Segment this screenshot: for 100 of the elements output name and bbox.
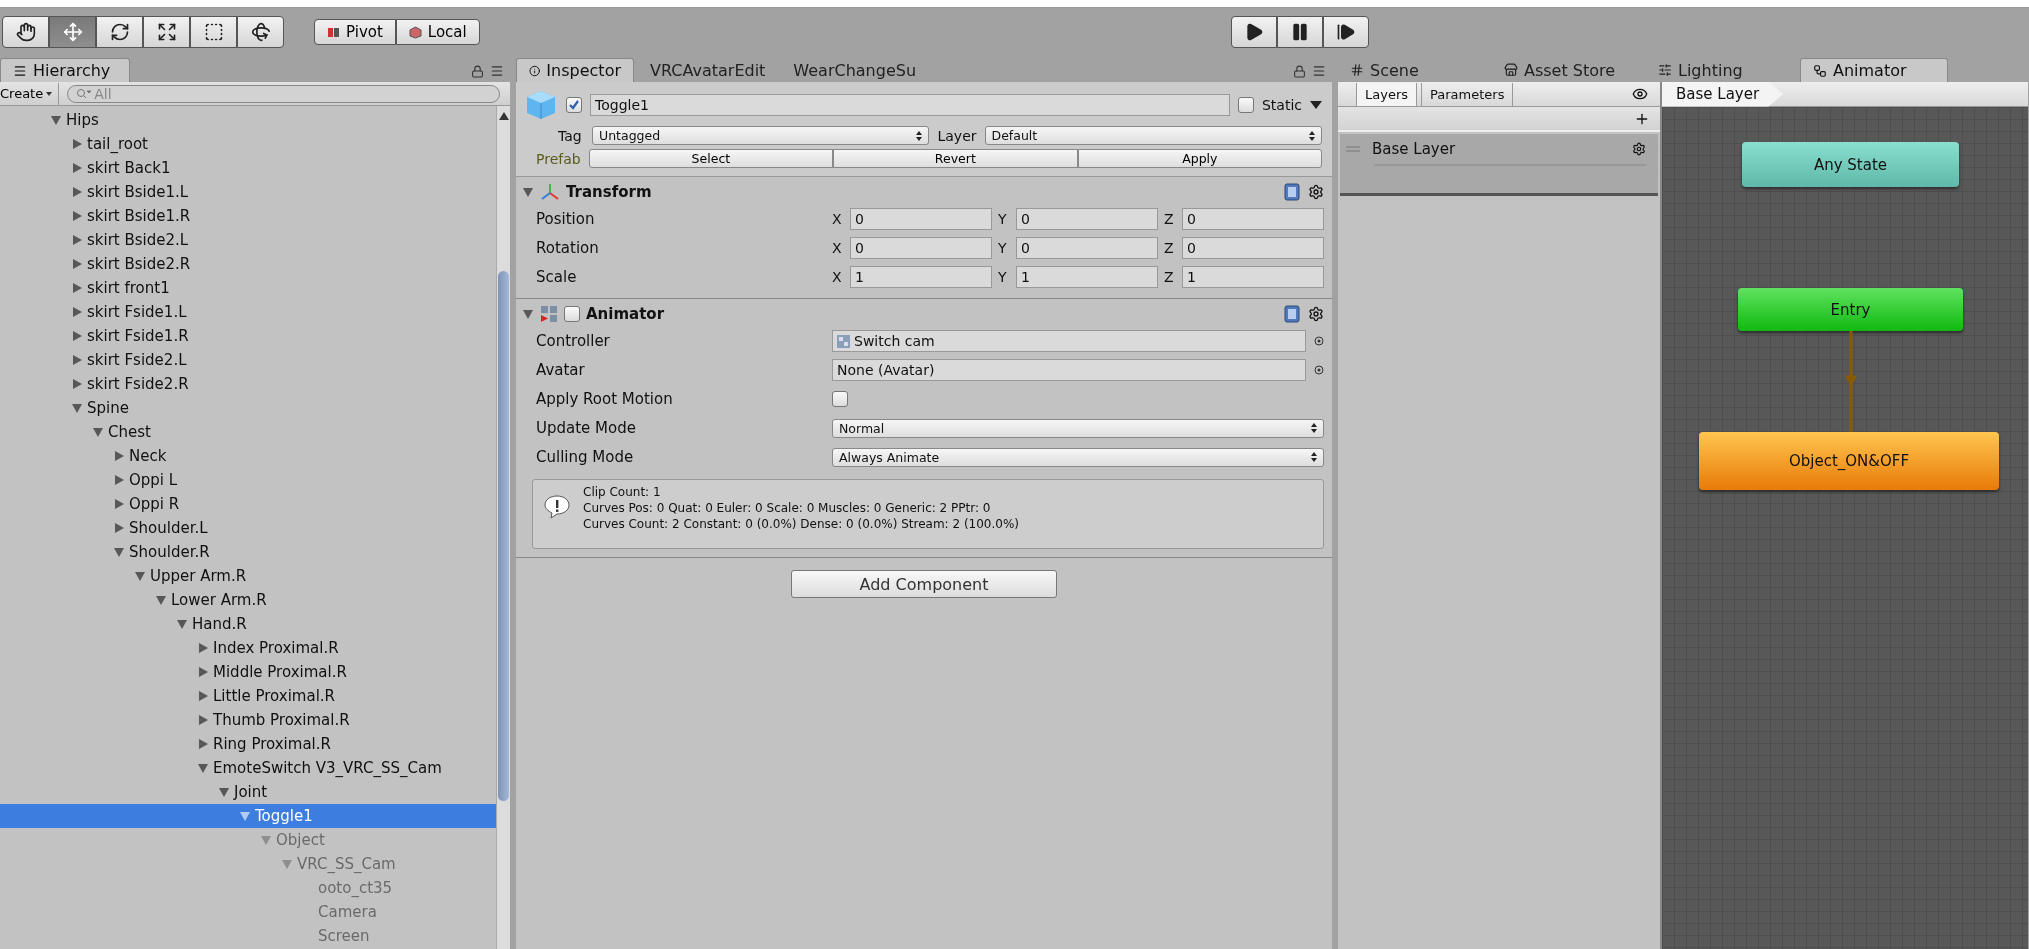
- play-button[interactable]: [1230, 16, 1277, 48]
- object-field[interactable]: Switch cam: [832, 330, 1306, 352]
- object-picker-icon[interactable]: [1314, 365, 1324, 375]
- expanded-arrow-icon[interactable]: [239, 810, 251, 822]
- collapsed-arrow-icon[interactable]: [71, 378, 83, 390]
- number-field[interactable]: 1: [1016, 266, 1158, 288]
- panel-tab[interactable]: WearChangeSu: [781, 58, 929, 82]
- object-picker-icon[interactable]: [1314, 336, 1324, 346]
- prefab-button[interactable]: Select: [588, 149, 834, 168]
- number-field[interactable]: 0: [1016, 237, 1158, 259]
- help-book-icon[interactable]: [1284, 183, 1300, 201]
- tree-item[interactable]: Little Proximal.R: [0, 684, 496, 708]
- tree-item[interactable]: Index Proximal.R: [0, 636, 496, 660]
- state-node[interactable]: Entry: [1738, 288, 1963, 331]
- expanded-arrow-icon[interactable]: [197, 762, 209, 774]
- tree-item[interactable]: skirt front1: [0, 276, 496, 300]
- tree-item[interactable]: Hand.R: [0, 612, 496, 636]
- tree-item[interactable]: skirt Bside1.R: [0, 204, 496, 228]
- panel-tab[interactable]: Lighting: [1646, 58, 1796, 82]
- tree-item[interactable]: Lower Arm.R: [0, 588, 496, 612]
- expanded-arrow-icon[interactable]: [218, 786, 230, 798]
- tree-item[interactable]: tail_root: [0, 132, 496, 156]
- collapsed-arrow-icon[interactable]: [197, 666, 209, 678]
- scroll-up-icon[interactable]: [499, 112, 509, 120]
- dropdown[interactable]: Always Animate: [832, 447, 1324, 467]
- number-field[interactable]: 0: [1182, 237, 1324, 259]
- menu-icon[interactable]: [1312, 64, 1326, 78]
- breadcrumb[interactable]: Base Layer: [1662, 81, 1784, 107]
- sub-tab[interactable]: Layers: [1356, 83, 1418, 106]
- tree-item[interactable]: Joint: [0, 780, 496, 804]
- tree-item[interactable]: skirt Fside1.R: [0, 324, 496, 348]
- expanded-arrow-icon[interactable]: [71, 402, 83, 414]
- tag-dropdown[interactable]: Untagged: [592, 126, 930, 145]
- tree-item[interactable]: Thumb Proximal.R: [0, 708, 496, 732]
- collapsed-arrow-icon[interactable]: [113, 474, 125, 486]
- number-field[interactable]: 0: [850, 237, 992, 259]
- panel-tab[interactable]: Hierarchy: [0, 58, 130, 82]
- expanded-arrow-icon[interactable]: [522, 186, 534, 198]
- prefab-button[interactable]: Revert: [833, 149, 1078, 168]
- tree-item[interactable]: Chest: [0, 420, 496, 444]
- scrollbar[interactable]: [496, 106, 510, 949]
- collapsed-arrow-icon[interactable]: [71, 258, 83, 270]
- layer-item[interactable]: Base Layer: [1340, 134, 1658, 196]
- tree-item[interactable]: Upper Arm.R: [0, 564, 496, 588]
- help-book-icon[interactable]: [1284, 305, 1300, 323]
- collapsed-arrow-icon[interactable]: [71, 138, 83, 150]
- gear-icon[interactable]: [1632, 142, 1646, 156]
- collapsed-arrow-icon[interactable]: [197, 690, 209, 702]
- create-button[interactable]: Create: [0, 82, 60, 105]
- collapsed-arrow-icon[interactable]: [71, 282, 83, 294]
- enable-checkbox[interactable]: [564, 306, 580, 322]
- tool-button[interactable]: [143, 16, 190, 48]
- tool-button[interactable]: [190, 16, 237, 48]
- expanded-arrow-icon[interactable]: [176, 618, 188, 630]
- number-field[interactable]: 1: [850, 266, 992, 288]
- tree-item[interactable]: Toggle1: [0, 804, 496, 828]
- dropdown[interactable]: Normal: [832, 418, 1324, 438]
- tool-button[interactable]: [2, 16, 49, 48]
- tree-item[interactable]: skirt Bside1.L: [0, 180, 496, 204]
- settings-icon[interactable]: [1308, 184, 1324, 200]
- sub-tab[interactable]: Parameters: [1421, 83, 1514, 106]
- collapsed-arrow-icon[interactable]: [197, 714, 209, 726]
- tree-item[interactable]: Shoulder.R: [0, 540, 496, 564]
- expanded-arrow-icon[interactable]: [92, 426, 104, 438]
- tree-item[interactable]: skirt Bside2.L: [0, 228, 496, 252]
- state-node[interactable]: Object_ON&OFF: [1699, 432, 1999, 490]
- active-checkbox[interactable]: [566, 97, 582, 113]
- eye-icon[interactable]: [1632, 86, 1648, 102]
- state-node[interactable]: Any State: [1742, 142, 1959, 187]
- collapsed-arrow-icon[interactable]: [113, 450, 125, 462]
- collapsed-arrow-icon[interactable]: [197, 642, 209, 654]
- pivot-button[interactable]: Pivot: [314, 19, 396, 45]
- tree-item[interactable]: skirt Bside2.R: [0, 252, 496, 276]
- panel-tab[interactable]: Asset Store: [1492, 58, 1642, 82]
- tool-button[interactable]: [49, 16, 96, 48]
- tree-item[interactable]: EmoteSwitch V3_VRC_SS_Cam: [0, 756, 496, 780]
- tree-item[interactable]: Oppi R: [0, 492, 496, 516]
- local-button[interactable]: Local: [395, 19, 480, 45]
- tree-item[interactable]: skirt Fside1.L: [0, 300, 496, 324]
- collapsed-arrow-icon[interactable]: [71, 186, 83, 198]
- tree-item[interactable]: Neck: [0, 444, 496, 468]
- collapsed-arrow-icon[interactable]: [113, 498, 125, 510]
- tree-item[interactable]: skirt Fside2.L: [0, 348, 496, 372]
- number-field[interactable]: 0: [1016, 208, 1158, 230]
- tree-item[interactable]: Spine: [0, 396, 496, 420]
- lock-icon[interactable]: [1293, 64, 1306, 78]
- number-field[interactable]: 1: [1182, 266, 1324, 288]
- collapsed-arrow-icon[interactable]: [71, 330, 83, 342]
- panel-tab[interactable]: VRCAvatarEdit: [638, 58, 778, 82]
- panel-tab[interactable]: Inspector: [516, 58, 634, 82]
- collapsed-arrow-icon[interactable]: [113, 522, 125, 534]
- object-field[interactable]: None (Avatar): [832, 359, 1306, 381]
- settings-icon[interactable]: [1308, 306, 1324, 322]
- step-button[interactable]: [1322, 16, 1369, 48]
- number-field[interactable]: 0: [1182, 208, 1324, 230]
- tree-item[interactable]: skirt Back1: [0, 156, 496, 180]
- collapsed-arrow-icon[interactable]: [71, 306, 83, 318]
- drag-handle-icon[interactable]: [1346, 146, 1360, 152]
- panel-tab[interactable]: Scene: [1338, 58, 1488, 82]
- dropdown-arrow-icon[interactable]: [1310, 101, 1322, 109]
